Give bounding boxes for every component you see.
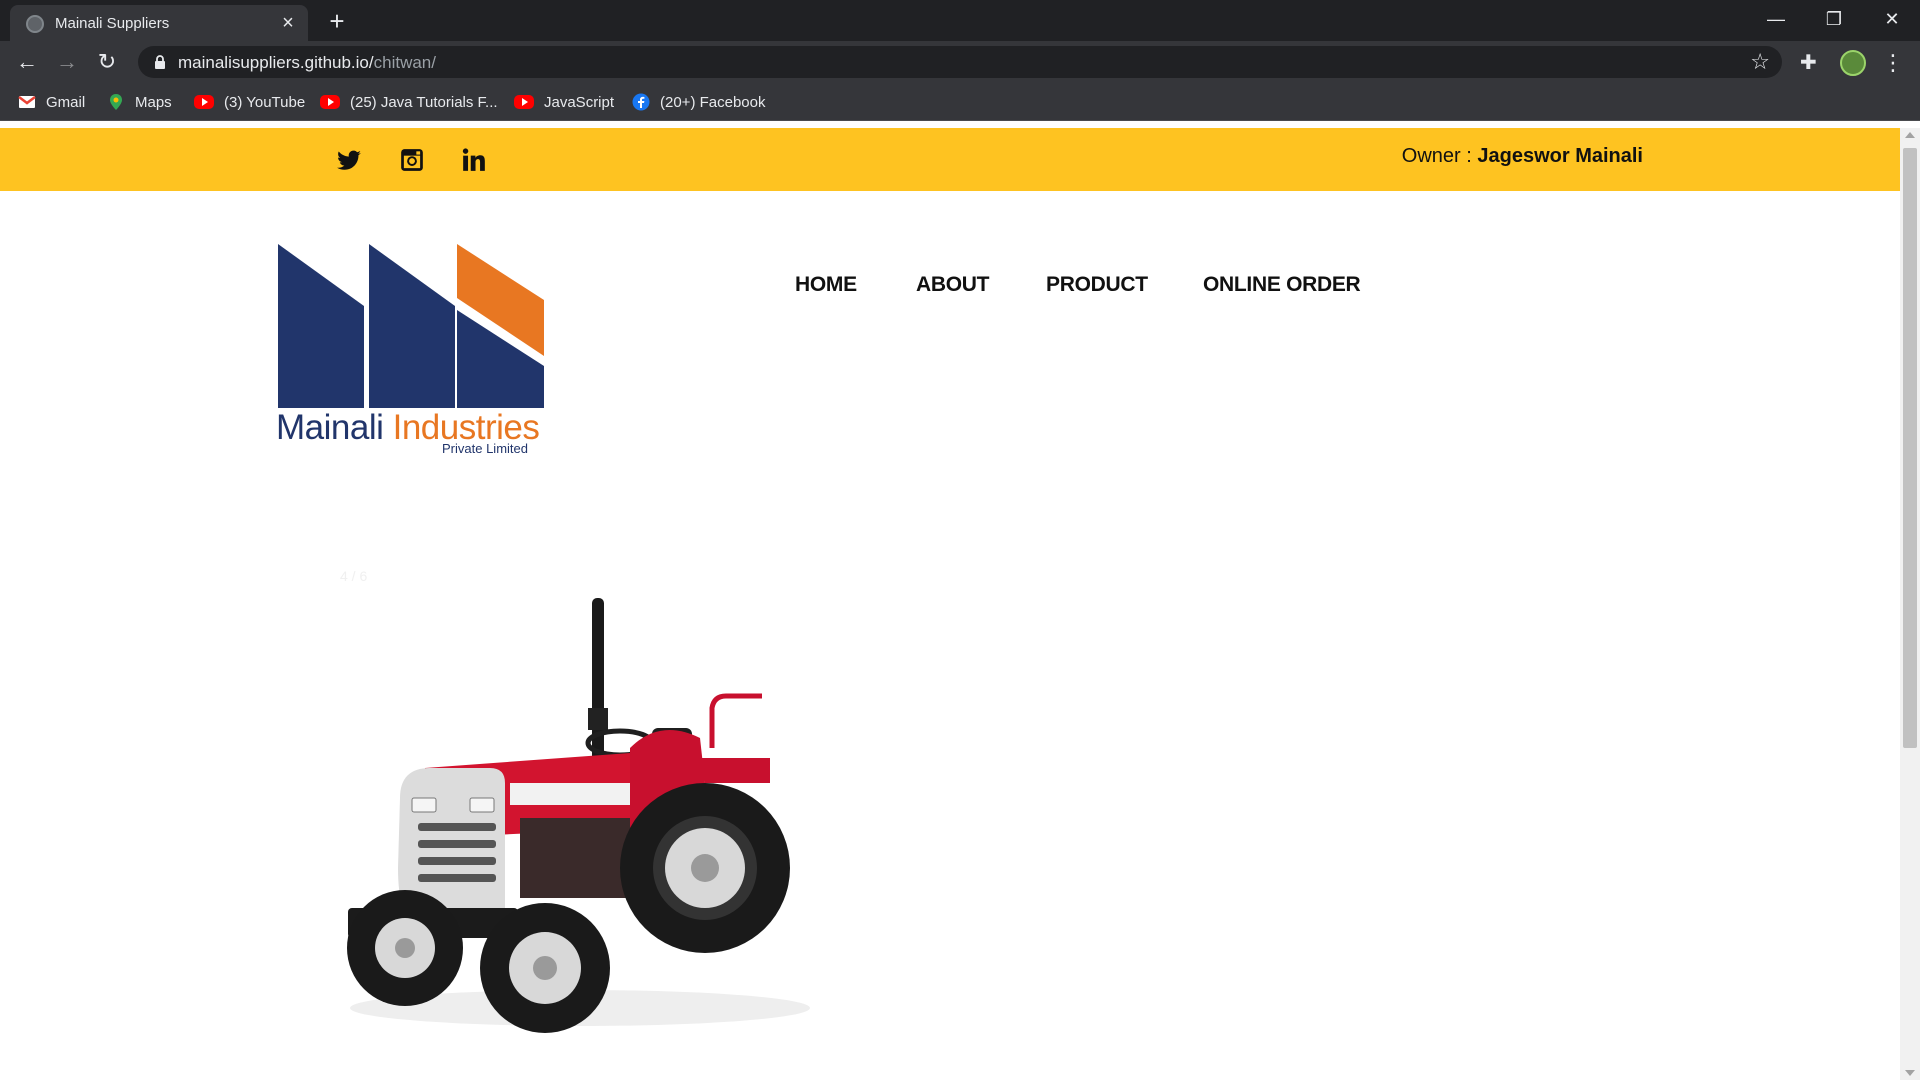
minimize-button[interactable]: — — [1748, 0, 1804, 38]
browser-tab[interactable]: Mainali Suppliers × — [10, 5, 308, 41]
globe-icon — [26, 15, 44, 33]
tab-strip: Mainali Suppliers × + — ❐ ✕ — [0, 0, 1920, 41]
bookmark-youtube[interactable]: (3) YouTube — [194, 91, 305, 113]
page-scrollbar[interactable] — [1900, 128, 1920, 1080]
close-tab-icon[interactable]: × — [276, 11, 300, 35]
instagram-icon[interactable] — [399, 147, 425, 173]
reload-button[interactable]: ↻ — [92, 47, 122, 77]
nav-product[interactable]: PRODUCT — [1046, 273, 1148, 297]
youtube-icon — [194, 95, 214, 109]
top-info-bar: Owner : Jageswor Mainali — [0, 128, 1900, 191]
youtube-icon — [514, 95, 534, 109]
bookmarks-bar: Gmail Maps (3) YouTube (25) Java Tutoria… — [0, 83, 1920, 121]
twitter-icon[interactable] — [336, 147, 362, 173]
close-window-button[interactable]: ✕ — [1864, 0, 1920, 38]
scroll-thumb[interactable] — [1903, 148, 1917, 748]
extensions-icon[interactable]: ✚ — [1800, 52, 1822, 74]
nav-online-order[interactable]: ONLINE ORDER — [1203, 273, 1361, 297]
bookmark-facebook[interactable]: (20+) Facebook — [632, 91, 765, 113]
new-tab-button[interactable]: + — [322, 6, 352, 36]
linkedin-icon[interactable] — [461, 147, 487, 173]
maps-icon — [110, 94, 122, 110]
profile-avatar[interactable] — [1840, 50, 1866, 76]
scroll-down-arrow-icon[interactable] — [1905, 1070, 1915, 1076]
bookmark-gmail[interactable]: Gmail — [18, 91, 85, 113]
back-button[interactable]: ← — [12, 47, 42, 77]
bookmark-javascript[interactable]: JavaScript — [514, 91, 614, 113]
bookmark-java-tutorials[interactable]: (25) Java Tutorials F... — [320, 91, 498, 113]
page-viewport: Owner : Jageswor Mainali Mainali Industr… — [0, 128, 1900, 1080]
address-bar[interactable]: mainalisuppliers.github.io/chitwan/ ☆ — [138, 46, 1782, 78]
youtube-icon — [320, 95, 340, 109]
logo-subtitle: Private Limited — [442, 441, 528, 456]
bookmark-maps[interactable]: Maps — [107, 91, 172, 113]
gmail-icon — [18, 96, 36, 108]
lock-icon — [155, 55, 165, 69]
bookmark-star-icon[interactable]: ☆ — [1750, 50, 1770, 74]
tractor-image — [347, 598, 810, 1033]
browser-toolbar: ← → ↻ mainalisuppliers.github.io/chitwan… — [0, 41, 1920, 83]
url-text: mainalisuppliers.github.io/chitwan/ — [178, 53, 436, 72]
nav-about[interactable]: ABOUT — [916, 273, 989, 297]
tab-title: Mainali Suppliers — [55, 15, 170, 32]
forward-button[interactable]: → — [52, 47, 82, 77]
facebook-icon — [632, 93, 650, 111]
browser-menu-icon[interactable]: ⋮ — [1882, 48, 1904, 78]
owner-info: Owner : Jageswor Mainali — [1401, 145, 1643, 167]
nav-home[interactable]: HOME — [795, 273, 857, 297]
restore-button[interactable]: ❐ — [1806, 0, 1862, 38]
scroll-up-arrow-icon[interactable] — [1905, 132, 1915, 138]
